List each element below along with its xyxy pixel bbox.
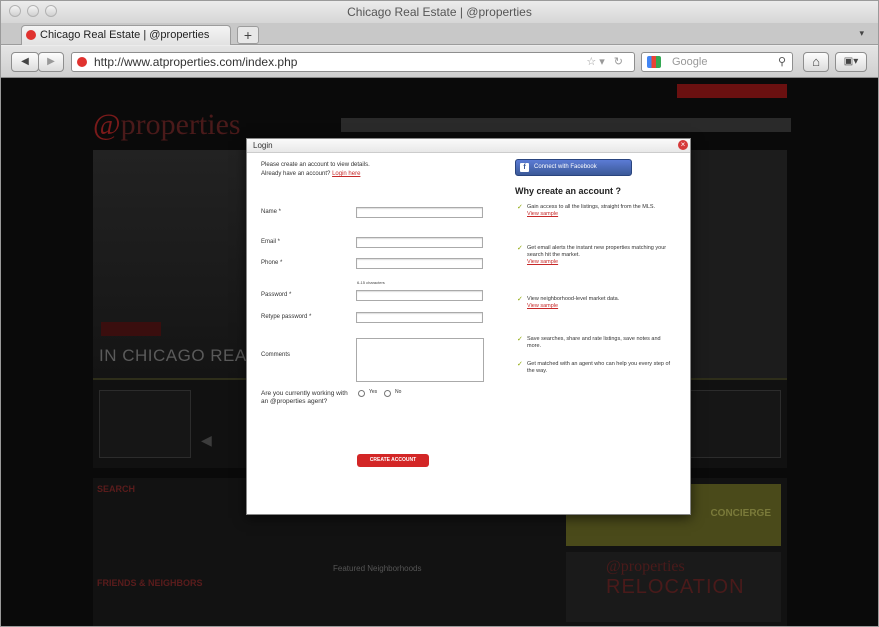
page-viewport: @properties IN CHICAGO REAL ◀ SEARCH FRI… [1,78,878,626]
bookmark-star-icon[interactable]: ☆▾ ↻ [586,55,626,68]
view-sample-link[interactable]: View sample [527,211,675,218]
forward-button[interactable]: ▶ [38,52,64,72]
modal-title: Login [247,139,690,153]
hero-accent [101,322,161,336]
back-button[interactable]: ◀ [11,52,39,72]
benefit-item: ✓ View neighborhood-level market data. V… [515,296,675,310]
login-modal: Login × Please create an account to view… [246,138,691,515]
site-logo[interactable]: @properties [93,108,241,142]
login-link[interactable]: Login here [332,171,360,177]
create-account-button[interactable]: CREATE ACCOUNT [357,454,429,467]
phone-label: Phone * [261,260,283,266]
benefit-item: ✓ Save searches, share and rate listings… [517,336,661,349]
new-tab-button[interactable]: + [237,26,259,44]
window-title: Chicago Real Estate | @properties [347,5,532,19]
hero-caption: IN CHICAGO REAL [99,346,257,365]
checkmark-icon: ✓ [517,361,523,368]
search-input[interactable]: Google ⚲ [641,52,793,72]
url-text: http://www.atproperties.com/index.php [94,55,298,69]
facebook-icon: f [520,163,529,172]
checkmark-icon: ✓ [517,204,523,211]
close-icon[interactable]: × [678,140,688,150]
checkmark-icon: ✓ [517,336,523,343]
retype-password-input[interactable] [356,312,483,323]
tab-chicago-real-estate[interactable]: Chicago Real Estate | @properties [21,25,231,45]
facebook-connect-button[interactable]: f Connect with Facebook [515,159,632,176]
search-heading: SEARCH [97,484,136,494]
site-login-link[interactable] [677,84,787,98]
why-heading: Why create an account ? [515,186,622,196]
site-favicon-icon [77,57,87,67]
search-icon[interactable]: ⚲ [778,55,786,68]
agent-yes-radio[interactable] [358,390,365,397]
comments-textarea[interactable] [356,338,484,382]
password-input[interactable] [356,290,483,301]
navigation-toolbar: ◀ ▶ http://www.atproperties.com/index.ph… [1,46,878,78]
view-sample-link[interactable]: View sample [527,303,675,310]
checkmark-icon: ✓ [517,296,523,303]
listing-card[interactable] [99,390,191,458]
agent-no-radio[interactable] [384,390,391,397]
google-icon [647,56,661,68]
benefit-item: ✓ Get matched with an agent who can help… [517,361,671,374]
email-input[interactable] [356,237,483,248]
checkmark-icon: ✓ [517,245,523,252]
friends-heading: FRIENDS & NEIGHBORS [97,578,203,588]
tools-menu-button[interactable]: ▣▾ [835,52,867,72]
intro-text: Please create an account to view details… [261,162,370,177]
password-label: Password * [261,292,292,298]
email-label: Email * [261,239,281,245]
phone-input[interactable] [356,258,483,269]
tab-strip: Chicago Real Estate | @properties + ▾ [1,23,878,45]
site-nav-bar[interactable] [341,118,791,132]
benefit-item: ✓ Get email alerts the instant new prope… [515,245,675,266]
search-placeholder: Google [672,56,708,68]
carousel-left-arrow-icon[interactable]: ◀ [201,432,212,449]
title-bar: Chicago Real Estate | @properties [1,1,878,23]
no-label: No [395,389,402,395]
home-button[interactable]: ⌂ [803,52,829,72]
tab-list-chevron-icon[interactable]: ▾ [859,28,864,39]
listing-card[interactable] [689,390,781,458]
favicon-icon [26,30,36,40]
browser-window: Chicago Real Estate | @properties Chicag… [0,0,879,627]
featured-heading: Featured Neighborhoods [333,564,422,573]
view-sample-link[interactable]: View sample [527,259,675,266]
comments-label: Comments [261,352,291,358]
agent-question: Are you currently working with an @prope… [261,390,348,405]
name-input[interactable] [356,207,483,218]
name-label: Name * [261,209,282,215]
yes-label: Yes [369,389,378,395]
relocation-banner[interactable]: @properties RELOCATION [566,552,781,622]
retype-password-label: Retype password * [261,314,312,320]
benefit-item: ✓ Gain access to all the listings, strai… [515,204,675,218]
tab-label: Chicago Real Estate | @properties [40,29,210,41]
url-input[interactable]: http://www.atproperties.com/index.php ☆▾… [71,52,635,72]
password-hint: 6-15 characters [357,280,385,285]
